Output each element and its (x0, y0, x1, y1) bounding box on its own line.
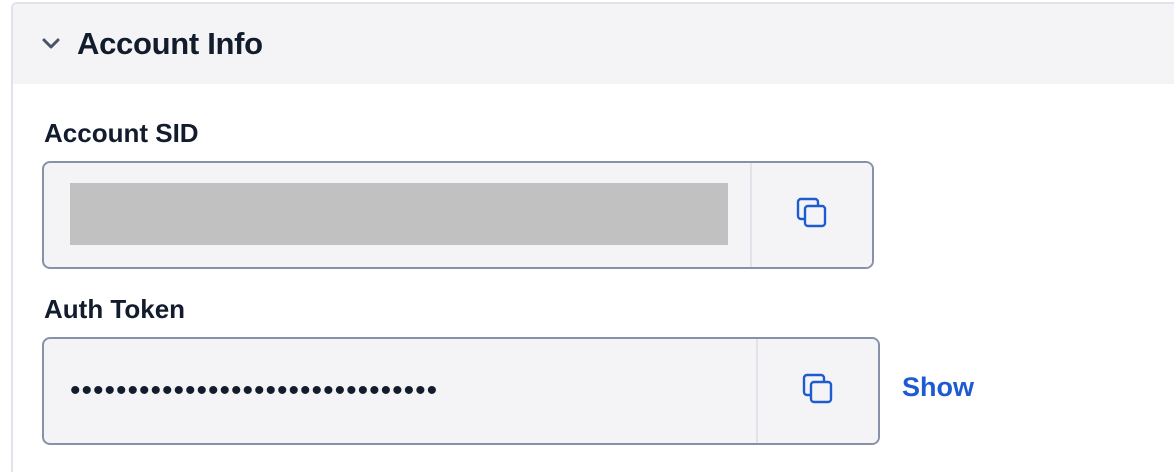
copy-auth-token-button[interactable] (756, 339, 878, 443)
show-auth-token-link[interactable]: Show (902, 372, 974, 403)
auth-token-value: •••••••••••••••••••••••••••••••• (70, 374, 439, 407)
section-title: Account Info (77, 26, 263, 61)
account-sid-field (42, 161, 874, 269)
copy-icon (802, 373, 834, 410)
copy-account-sid-button[interactable] (750, 163, 872, 267)
account-info-header[interactable]: Account Info (13, 4, 1174, 84)
account-sid-label: Account SID (44, 118, 199, 148)
chevron-down-icon[interactable] (41, 34, 61, 54)
auth-token-field: •••••••••••••••••••••••••••••••• (42, 337, 880, 445)
auth-token-input[interactable]: •••••••••••••••••••••••••••••••• (44, 339, 756, 443)
account-sid-input[interactable] (44, 163, 750, 267)
auth-token-label: Auth Token (44, 294, 186, 324)
redaction-block (70, 183, 728, 245)
copy-icon (796, 197, 828, 234)
